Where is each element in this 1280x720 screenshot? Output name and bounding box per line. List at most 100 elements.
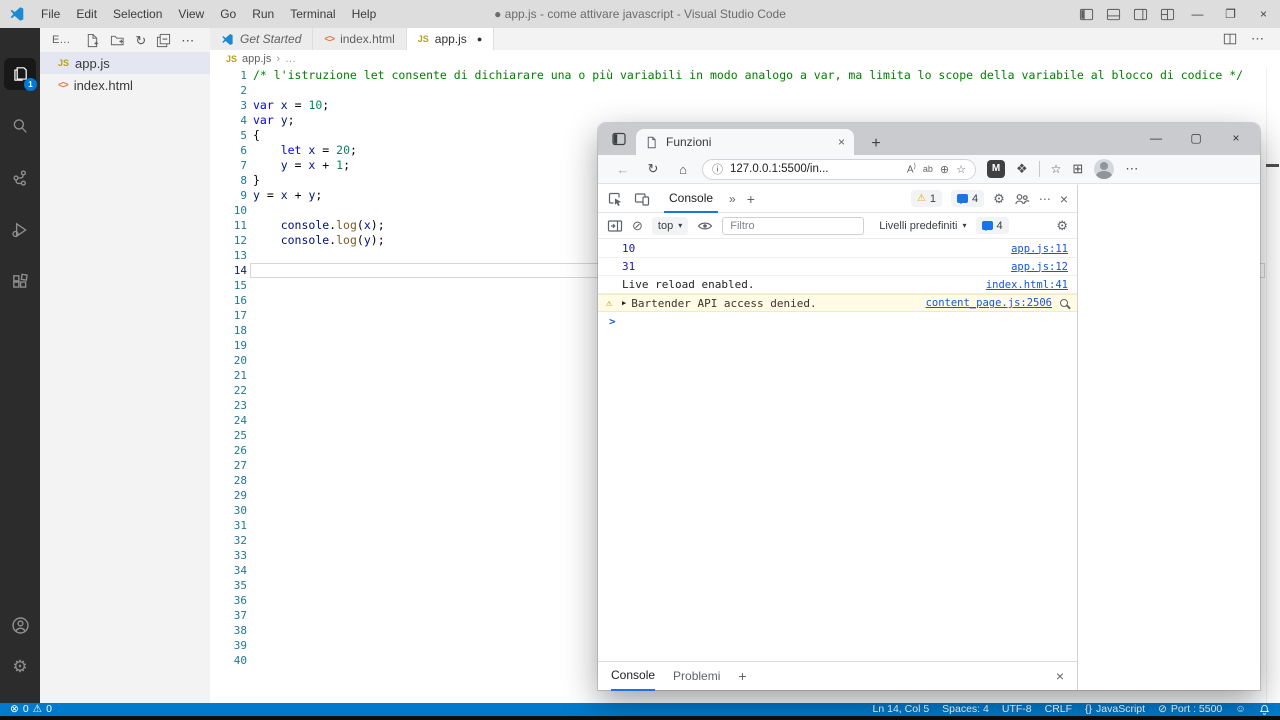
menu-edit[interactable]: Edit <box>68 0 105 28</box>
refresh-explorer-icon[interactable]: ↻ <box>135 33 146 48</box>
drawer-add-icon[interactable]: + <box>738 668 746 684</box>
tab-index-html[interactable]: <> index.html <box>313 28 406 50</box>
activity-search[interactable] <box>4 110 36 142</box>
status-indentation[interactable]: Spaces: 4 <box>942 703 989 716</box>
collapse-folders-icon[interactable] <box>156 33 171 48</box>
modified-dot-icon[interactable]: ● <box>477 34 482 44</box>
warnings-badge[interactable]: ⚠ 1 <box>911 190 942 207</box>
menu-run[interactable]: Run <box>244 0 282 28</box>
file-item-indexhtml[interactable]: <> index.html <box>40 74 210 96</box>
devtools-tab-console[interactable]: Console <box>664 185 718 213</box>
source-link[interactable]: app.js:11 <box>1011 243 1068 255</box>
console-prompt-chevron[interactable]: > <box>609 315 616 328</box>
toggle-panel-icon[interactable] <box>1106 7 1121 22</box>
read-aloud-icon[interactable]: A) <box>907 163 916 175</box>
views-more-actions-icon[interactable]: ⋯ <box>181 33 194 48</box>
status-line-col[interactable]: Ln 14, Col 5 <box>873 703 930 716</box>
site-info-icon[interactable]: ⓘ <box>712 161 723 177</box>
new-file-icon[interactable] <box>85 33 100 48</box>
toggle-sidebar-icon[interactable] <box>1079 7 1094 22</box>
menu-help[interactable]: Help <box>344 0 385 28</box>
menu-view[interactable]: View <box>170 0 212 28</box>
source-link[interactable]: app.js:12 <box>1011 261 1068 273</box>
browser-tab-funzioni[interactable]: Funzioni × <box>636 129 854 155</box>
problems-status[interactable]: ⊗ 0 ⚠ 0 <box>10 703 52 716</box>
extensions-puzzle-icon[interactable]: ❖ <box>1016 161 1028 177</box>
devtools-more-icon[interactable]: ⋯ <box>1039 192 1051 206</box>
expand-arrow-icon[interactable]: ▶ <box>622 299 626 307</box>
clear-console-icon[interactable]: ⊘ <box>632 218 643 234</box>
address-bar[interactable]: ⓘ 127.0.0.1:5500/in... A) ab ⊕ ☆ <box>702 159 976 180</box>
page-viewport[interactable] <box>1079 185 1260 690</box>
inspect-element-icon[interactable] <box>607 191 623 207</box>
activity-source-control[interactable] <box>4 162 36 194</box>
feedback-people-icon[interactable] <box>1014 191 1030 207</box>
new-tab-button[interactable]: + <box>864 135 888 153</box>
search-source-icon[interactable] <box>1060 299 1068 307</box>
favorites-bar-icon[interactable]: ☆ <box>1051 162 1062 176</box>
activity-settings[interactable]: ⚙ <box>4 651 36 683</box>
menu-terminal[interactable]: Terminal <box>282 0 343 28</box>
console-filter-input[interactable] <box>722 217 864 235</box>
menu-go[interactable]: Go <box>212 0 244 28</box>
status-live-server-port[interactable]: ⊘ Port : 5500 <box>1158 703 1222 716</box>
status-language[interactable]: {} JavaScript <box>1085 703 1145 716</box>
zoom-icon[interactable]: ⊕ <box>940 163 949 176</box>
source-link[interactable]: index.html:41 <box>986 279 1068 291</box>
code-line[interactable]: var x = 10; <box>253 98 1264 113</box>
console-settings-icon[interactable]: ⚙ <box>1056 218 1068 234</box>
collections-icon[interactable]: ⊞ <box>1072 161 1083 177</box>
code-line[interactable] <box>253 83 1264 98</box>
drawer-close-icon[interactable]: × <box>1056 668 1064 684</box>
close-button[interactable]: × <box>1216 126 1256 151</box>
extension-m-icon[interactable]: M <box>987 160 1005 178</box>
back-icon[interactable]: ← <box>608 162 638 177</box>
editor-more-actions-icon[interactable]: ⋯ <box>1251 31 1264 47</box>
notifications-bell-icon[interactable] <box>1259 704 1270 715</box>
home-icon[interactable]: ⌂ <box>668 162 698 177</box>
activity-extensions[interactable] <box>4 266 36 298</box>
device-emulation-icon[interactable] <box>634 191 650 207</box>
console-sidebar-icon[interactable] <box>607 218 623 234</box>
editor-scrollbar[interactable] <box>1266 67 1280 703</box>
tab-get-started[interactable]: Get Started <box>210 28 313 50</box>
drawer-tab-console[interactable]: Console <box>611 662 655 691</box>
devtools-settings-icon[interactable]: ⚙ <box>993 191 1005 207</box>
tab-actions-icon[interactable] <box>611 131 627 147</box>
status-encoding[interactable]: UTF-8 <box>1002 703 1032 716</box>
file-item-appjs[interactable]: JS app.js <box>40 52 210 74</box>
url-text[interactable]: 127.0.0.1:5500/in... <box>730 163 900 175</box>
restore-button[interactable]: ❐ <box>1214 0 1247 28</box>
breadcrumb-symbol[interactable]: … <box>285 53 296 65</box>
drawer-tab-problemi[interactable]: Problemi <box>673 662 720 691</box>
tab-close-icon[interactable]: × <box>838 135 845 149</box>
messages-badge[interactable]: 4 <box>976 217 1009 234</box>
split-editor-icon[interactable] <box>1223 32 1237 46</box>
more-tabs-icon[interactable]: » <box>729 192 736 206</box>
add-tool-icon[interactable]: + <box>747 191 755 207</box>
tab-app-js[interactable]: JS app.js ● <box>407 28 494 50</box>
javascript-context-select[interactable]: top ▾ <box>652 217 688 235</box>
menu-selection[interactable]: Selection <box>105 0 170 28</box>
source-link[interactable]: content_page.js:2506 <box>926 297 1052 309</box>
settings-more-icon[interactable]: ⋯ <box>1125 161 1138 177</box>
refresh-icon[interactable]: ↻ <box>638 161 668 177</box>
add-favorite-star-icon[interactable]: ☆ <box>956 163 966 176</box>
minimize-button[interactable]: — <box>1181 0 1214 28</box>
live-expression-eye-icon[interactable] <box>697 218 713 234</box>
log-levels-select[interactable]: Livelli predefiniti ▾ <box>879 220 966 232</box>
breadcrumb-file[interactable]: app.js <box>242 53 271 65</box>
status-eol[interactable]: CRLF <box>1045 703 1072 716</box>
toggle-secondary-sidebar-icon[interactable] <box>1133 7 1148 22</box>
messages-badge[interactable]: 4 <box>951 190 984 207</box>
profile-avatar[interactable] <box>1094 159 1114 179</box>
close-button[interactable]: × <box>1247 0 1280 28</box>
customize-layout-icon[interactable] <box>1160 7 1175 22</box>
activity-accounts[interactable] <box>4 609 36 641</box>
new-folder-icon[interactable] <box>110 33 125 48</box>
feedback-smiley-icon[interactable]: ☺ <box>1235 703 1246 716</box>
devtools-close-icon[interactable]: × <box>1060 191 1068 207</box>
maximize-button[interactable]: ▢ <box>1176 126 1216 151</box>
activity-explorer[interactable]: 1 <box>4 58 36 90</box>
menu-file[interactable]: File <box>33 0 68 28</box>
